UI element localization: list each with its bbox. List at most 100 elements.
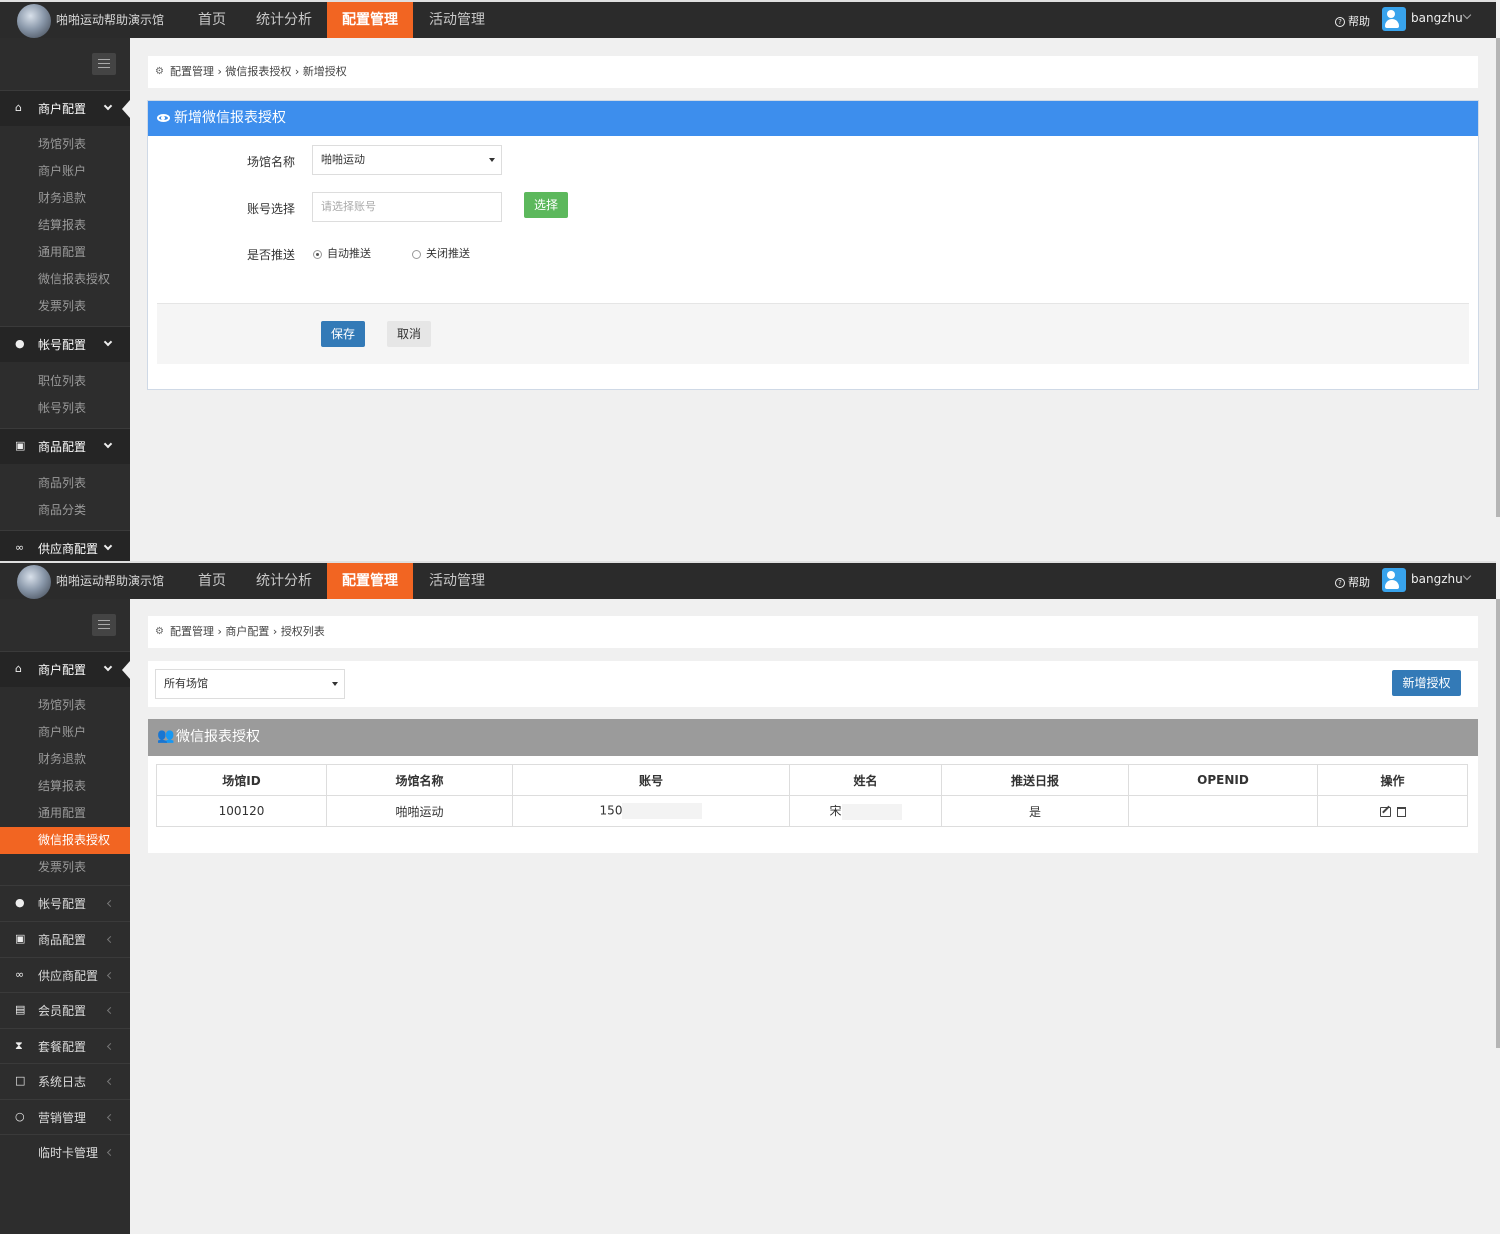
username[interactable]: bangzhu [1411, 11, 1463, 25]
venue-select[interactable]: 啪啪运动 [312, 145, 502, 175]
scrollbar[interactable] [1496, 599, 1500, 1048]
sidebar-item-wechat-report[interactable]: 微信报表授权 [0, 266, 130, 293]
sidebar-item-venue-list[interactable]: 场馆列表 [0, 131, 130, 158]
sidebar-group-syslog[interactable]: □ 系统日志 [0, 1063, 130, 1099]
sidebar-group-account[interactable]: ● 帐号配置 [0, 885, 130, 921]
sidebar-item-accounts[interactable]: 帐号列表 [0, 395, 130, 422]
name-value: 宋 [829, 804, 842, 819]
chevron-left-icon [106, 1077, 115, 1086]
sidebar-group-goods[interactable]: ▣ 商品配置 [0, 921, 130, 957]
sidebar-item-venue-list[interactable]: 场馆列表 [0, 692, 130, 719]
breadcrumb-item[interactable]: 配置管理 [170, 65, 214, 78]
sidebar-item-refund[interactable]: 财务退款 [0, 185, 130, 212]
nav-stats[interactable]: 统计分析 [256, 2, 312, 38]
chevron-down-icon[interactable] [1462, 571, 1472, 581]
sidebar-group-merchant[interactable]: ⌂ 商户配置 [0, 90, 130, 126]
sidebar-item-merchant-account[interactable]: 商户账户 [0, 158, 130, 185]
cancel-button[interactable]: 取消 [387, 321, 431, 347]
sidebar-item-merchant-account[interactable]: 商户账户 [0, 719, 130, 746]
screen-authorization-list: 啪啪运动帮助演示馆 首页 统计分析 配置管理 活动管理 ? 帮助 bangzhu … [0, 561, 1500, 1234]
sidebar-group-merchant[interactable]: ⌂ 商户配置 [0, 651, 130, 687]
sidebar-item-settlement[interactable]: 结算报表 [0, 212, 130, 239]
sidebar-group-account[interactable]: ● 帐号配置 [0, 326, 130, 362]
chevron-down-icon [103, 662, 113, 672]
chevron-down-icon [103, 439, 113, 449]
sidebar-group-supplier[interactable]: ∞ 供应商配置 [0, 957, 130, 993]
push-auto-radio[interactable] [313, 250, 322, 259]
sidebar-group-supplier[interactable]: ∞ 供应商配置 [0, 530, 130, 561]
caret-down-icon [489, 158, 495, 162]
trash-icon[interactable] [1396, 806, 1406, 817]
chevron-left-icon [106, 1042, 115, 1051]
active-notch [122, 100, 130, 118]
venue-filter-select[interactable]: 所有场馆 [155, 669, 345, 699]
sidebar-group-label: 营销管理 [38, 1111, 87, 1125]
push-off-radio[interactable] [412, 250, 421, 259]
nav-activity[interactable]: 活动管理 [429, 2, 485, 38]
eye-icon [157, 114, 170, 122]
chevron-down-icon[interactable] [1462, 10, 1472, 20]
breadcrumb-item[interactable]: 微信报表授权 [225, 65, 291, 78]
scrollbar[interactable] [1496, 38, 1500, 517]
sidebar-group-member[interactable]: ▤ 会员配置 [0, 992, 130, 1028]
sidebar-group-tempcard[interactable]: 临时卡管理 [0, 1134, 130, 1170]
table-panel-header: 👥 微信报表授权 [148, 719, 1478, 756]
push-label: 是否推送 [247, 248, 296, 262]
breadcrumb: ⚙ 配置管理 › 微信报表授权 › 新增授权 [148, 56, 1478, 88]
authorization-table: 场馆ID 场馆名称 账号 姓名 推送日报 OPENID 操作 100120 啪啪… [156, 764, 1468, 827]
user-icon: ● [15, 337, 25, 350]
table-row: 100120 啪啪运动 150 宋 是 [156, 795, 1468, 827]
help-link[interactable]: ? 帮助 [1335, 574, 1370, 590]
sidebar-group-marketing[interactable]: ○ 营销管理 [0, 1099, 130, 1135]
sidebar-item-refund[interactable]: 财务退款 [0, 746, 130, 773]
sidebar-group-goods[interactable]: ▣ 商品配置 [0, 428, 130, 464]
sidebar-item-invoice[interactable]: 发票列表 [0, 854, 130, 881]
nav-home[interactable]: 首页 [198, 563, 226, 599]
sidebar-item-goods-list[interactable]: 商品列表 [0, 470, 130, 497]
users-icon: 👥 [157, 728, 175, 744]
select-account-button[interactable]: 选择 [524, 192, 568, 218]
sidebar-item-wechat-report[interactable]: 微信报表授权 [0, 827, 130, 854]
breadcrumb-item[interactable]: 商户配置 [225, 625, 269, 638]
hourglass-icon: ⧗ [15, 1039, 23, 1052]
home-icon: ⌂ [15, 662, 22, 675]
help-label: 帮助 [1348, 576, 1370, 589]
sidebar-item-general-config[interactable]: 通用配置 [0, 239, 130, 266]
chevron-down-icon [103, 541, 113, 551]
username[interactable]: bangzhu [1411, 572, 1463, 586]
sidebar-item-invoice[interactable]: 发票列表 [0, 293, 130, 320]
avatar[interactable] [1382, 7, 1406, 31]
sidebar-item-general-config[interactable]: 通用配置 [0, 800, 130, 827]
add-authorization-button[interactable]: 新增授权 [1392, 670, 1461, 696]
save-button[interactable]: 保存 [321, 321, 365, 347]
sidebar-group-label: 商品配置 [38, 933, 87, 947]
col-openid: OPENID [1128, 764, 1318, 796]
avatar[interactable] [1382, 568, 1406, 592]
push-off-label[interactable]: 关闭推送 [426, 245, 470, 261]
cell-push-daily: 是 [941, 795, 1129, 827]
cell-venue-id: 100120 [156, 795, 327, 827]
sidebar-group-label: 供应商配置 [38, 969, 99, 983]
caret-down-icon [332, 682, 338, 686]
user-icon: ● [15, 896, 25, 909]
table-panel-title: 微信报表授权 [176, 729, 260, 745]
sidebar-item-positions[interactable]: 职位列表 [0, 368, 130, 395]
nav-activity[interactable]: 活动管理 [429, 563, 485, 599]
sidebar: ⌂ 商户配置 场馆列表 商户账户 财务退款 结算报表 通用配置 微信报表授权 发… [0, 599, 130, 1234]
sidebar-item-settlement[interactable]: 结算报表 [0, 773, 130, 800]
account-value: 150 [599, 803, 623, 818]
help-link[interactable]: ? 帮助 [1335, 13, 1370, 29]
push-auto-label[interactable]: 自动推送 [327, 245, 371, 261]
edit-icon[interactable] [1379, 806, 1391, 817]
sidebar-item-goods-category[interactable]: 商品分类 [0, 497, 130, 524]
sidebar-group-package[interactable]: ⧗ 套餐配置 [0, 1028, 130, 1064]
nav-config[interactable]: 配置管理 [327, 563, 413, 599]
breadcrumb-item[interactable]: 配置管理 [170, 625, 214, 638]
nav-stats[interactable]: 统计分析 [256, 563, 312, 599]
nav-config[interactable]: 配置管理 [327, 2, 413, 38]
nav-home[interactable]: 首页 [198, 2, 226, 38]
sidebar-toggle-button[interactable] [92, 53, 116, 75]
account-input[interactable]: 请选择账号 [312, 192, 502, 222]
col-venue-id: 场馆ID [156, 764, 327, 796]
sidebar-toggle-button[interactable] [92, 614, 116, 636]
